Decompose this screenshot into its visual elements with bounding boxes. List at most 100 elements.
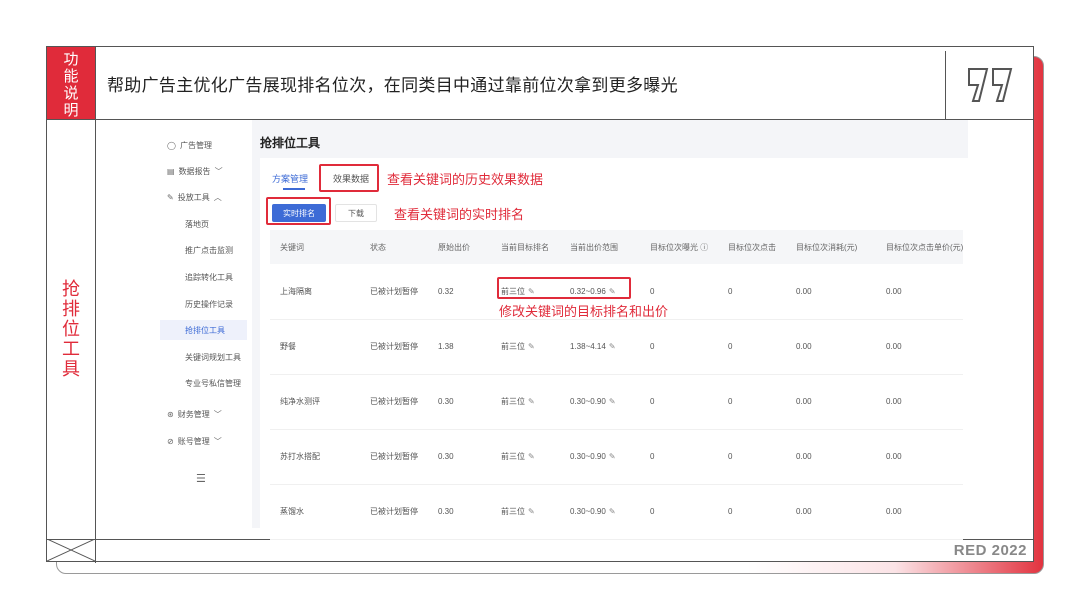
table-row: 苏打水搭配 已被计划暂停 0.30 前三位 ✎ 0.30~0.90 ✎ 0 0 0.…	[270, 429, 964, 485]
spend-cell: 0.00	[786, 374, 876, 430]
status-cell: 已被计划暂停	[360, 264, 428, 320]
target-rank-cell[interactable]: 前三位 ✎	[491, 484, 560, 540]
annotation-realtime: 查看关键词的实时排名	[394, 207, 525, 222]
report-icon: ▤	[167, 167, 175, 176]
bid-range-cell[interactable]: 0.30~0.90 ✎	[560, 374, 640, 430]
chevron-up-icon: ︿	[213, 193, 222, 202]
sidebar-item-finance[interactable]: ⊛ 财务管理 ﹀	[167, 409, 222, 420]
quote-icon	[945, 51, 1035, 119]
column-header: 当前目标排名	[491, 230, 560, 264]
annotation-box-effect-data	[319, 164, 379, 192]
bid-range-cell[interactable]: 0.30~0.90 ✎	[560, 484, 640, 540]
bid-cell: 1.38	[428, 319, 491, 375]
column-header: 原始出价	[428, 230, 491, 264]
sidebar-sub-keyword-planner[interactable]: 关键词规划工具	[185, 352, 241, 363]
tool-icon: ✎	[167, 193, 174, 202]
column-header: 当前出价范围	[560, 230, 640, 264]
sidebar-item-account[interactable]: ⊘ 账号管理 ﹀	[167, 436, 222, 447]
clicks-cell: 0	[718, 484, 786, 540]
bid-cell: 0.30	[428, 429, 491, 485]
annotation-modify: 修改关键词的目标排名和出价	[499, 304, 669, 319]
collapse-menu-icon[interactable]: ☰	[196, 472, 206, 485]
column-header: 状态	[360, 230, 428, 264]
tab-underline	[283, 188, 305, 190]
spend-cell: 0.00	[786, 484, 876, 540]
table-header-row: 关键词 状态 原始出价 当前目标排名 当前出价范围 目标位次曝光 ⓘ 目标位次点…	[270, 230, 964, 264]
edit-icon[interactable]: ✎	[609, 507, 616, 516]
keyword-cell: 野餐	[270, 319, 360, 375]
column-header: 目标位次曝光 ⓘ	[640, 230, 718, 264]
table-row: 蒸馏水 已被计划暂停 0.30 前三位 ✎ 0.30~0.90 ✎ 0 0 0.00…	[270, 484, 964, 540]
circle-icon: ◯	[167, 141, 176, 150]
cpc-cell: 0.00	[876, 319, 964, 375]
sidebar-item-data-report[interactable]: ▤ 数据报告 ﹀	[167, 166, 223, 177]
target-rank-cell[interactable]: 前三位 ✎	[491, 319, 560, 375]
column-header: 目标位次点击	[718, 230, 786, 264]
spend-cell: 0.00	[786, 429, 876, 485]
edit-icon[interactable]: ✎	[528, 452, 535, 461]
table-row: 纯净水测评 已被计划暂停 0.30 前三位 ✎ 0.30~0.90 ✎ 0 0 0.…	[270, 374, 964, 430]
cpc-cell: 0.00	[876, 484, 964, 540]
status-cell: 已被计划暂停	[360, 374, 428, 430]
tab-plan-management[interactable]: 方案管理	[272, 172, 308, 185]
sidebar-sub-history[interactable]: 历史操作记录	[185, 299, 233, 310]
chevron-down-icon: ﹀	[213, 437, 222, 446]
edit-icon[interactable]: ✎	[609, 452, 616, 461]
edit-icon[interactable]: ✎	[528, 397, 535, 406]
impressions-cell: 0	[640, 484, 718, 540]
download-button[interactable]: 下载	[335, 204, 377, 222]
annotation-history: 查看关键词的历史效果数据	[387, 172, 544, 187]
keyword-cell: 纯净水测评	[270, 374, 360, 430]
spend-cell: 0.00	[786, 264, 876, 320]
bid-range-cell[interactable]: 0.30~0.90 ✎	[560, 429, 640, 485]
sidebar-sub-conversion-tool[interactable]: 追踪转化工具	[185, 272, 233, 283]
status-cell: 已被计划暂停	[360, 484, 428, 540]
status-cell: 已被计划暂停	[360, 319, 428, 375]
bid-cell: 0.30	[428, 374, 491, 430]
annotation-box-realtime	[266, 197, 331, 225]
keyword-cell: 苏打水搭配	[270, 429, 360, 485]
impressions-cell: 0	[640, 374, 718, 430]
spend-cell: 0.00	[786, 319, 876, 375]
sidebar-sub-landing-page[interactable]: 落地页	[185, 219, 209, 230]
sidebar-sub-pro-messages[interactable]: 专业号私信管理	[185, 378, 241, 389]
sidebar-sub-rank-tool[interactable]: 抢排位工具	[185, 325, 225, 336]
status-cell: 已被计划暂停	[360, 429, 428, 485]
target-rank-cell[interactable]: 前三位 ✎	[491, 374, 560, 430]
divider-vertical	[95, 47, 96, 563]
sidebar-item-delivery-tools[interactable]: ✎ 投放工具 ︿	[167, 192, 222, 203]
cpc-cell: 0.00	[876, 429, 964, 485]
bid-range-cell[interactable]: 1.38~4.14 ✎	[560, 319, 640, 375]
impressions-cell: 0	[640, 429, 718, 485]
edit-icon[interactable]: ✎	[528, 507, 535, 516]
page-title: 抢排位工具	[260, 136, 321, 150]
finance-icon: ⊛	[167, 410, 174, 419]
edit-icon[interactable]: ✎	[609, 342, 616, 351]
impressions-cell: 0	[640, 319, 718, 375]
table-row: 野餐 已被计划暂停 1.38 前三位 ✎ 1.38~4.14 ✎ 0 0 0.00 …	[270, 319, 964, 375]
clicks-cell: 0	[718, 374, 786, 430]
clicks-cell: 0	[718, 264, 786, 320]
function-label: 功 能 说 明	[47, 47, 95, 119]
account-icon: ⊘	[167, 437, 174, 446]
target-rank-cell[interactable]: 前三位 ✎	[491, 429, 560, 485]
watermark: RED 2022	[953, 542, 1027, 559]
keyword-cell: 上海隔离	[270, 264, 360, 320]
column-header: 目标位次点击单价(元)	[876, 230, 964, 264]
cross-icon	[46, 538, 96, 562]
keyword-cell: 蒸馏水	[270, 484, 360, 540]
slide-title: 帮助广告主优化广告展现排名位次，在同类目中通过靠前位次拿到更多曝光	[107, 76, 678, 95]
edit-icon[interactable]: ✎	[609, 397, 616, 406]
annotation-box-modify	[497, 277, 631, 299]
sidebar-sub-click-monitor[interactable]: 推广点击监测	[185, 245, 233, 256]
side-label: 抢 排 位 工 具	[62, 279, 80, 379]
clicks-cell: 0	[718, 429, 786, 485]
chevron-down-icon: ﹀	[213, 410, 222, 419]
sidebar-item-ad-management[interactable]: ◯ 广告管理	[167, 140, 212, 151]
cpc-cell: 0.00	[876, 374, 964, 430]
bid-cell: 0.30	[428, 484, 491, 540]
edit-icon[interactable]: ✎	[528, 342, 535, 351]
clicks-cell: 0	[718, 319, 786, 375]
bid-cell: 0.32	[428, 264, 491, 320]
sidebar: ◯ 广告管理 ▤ 数据报告 ﹀ ✎ 投放工具 ︿ 落地页 推广点击监测 追踪转化…	[112, 120, 252, 528]
